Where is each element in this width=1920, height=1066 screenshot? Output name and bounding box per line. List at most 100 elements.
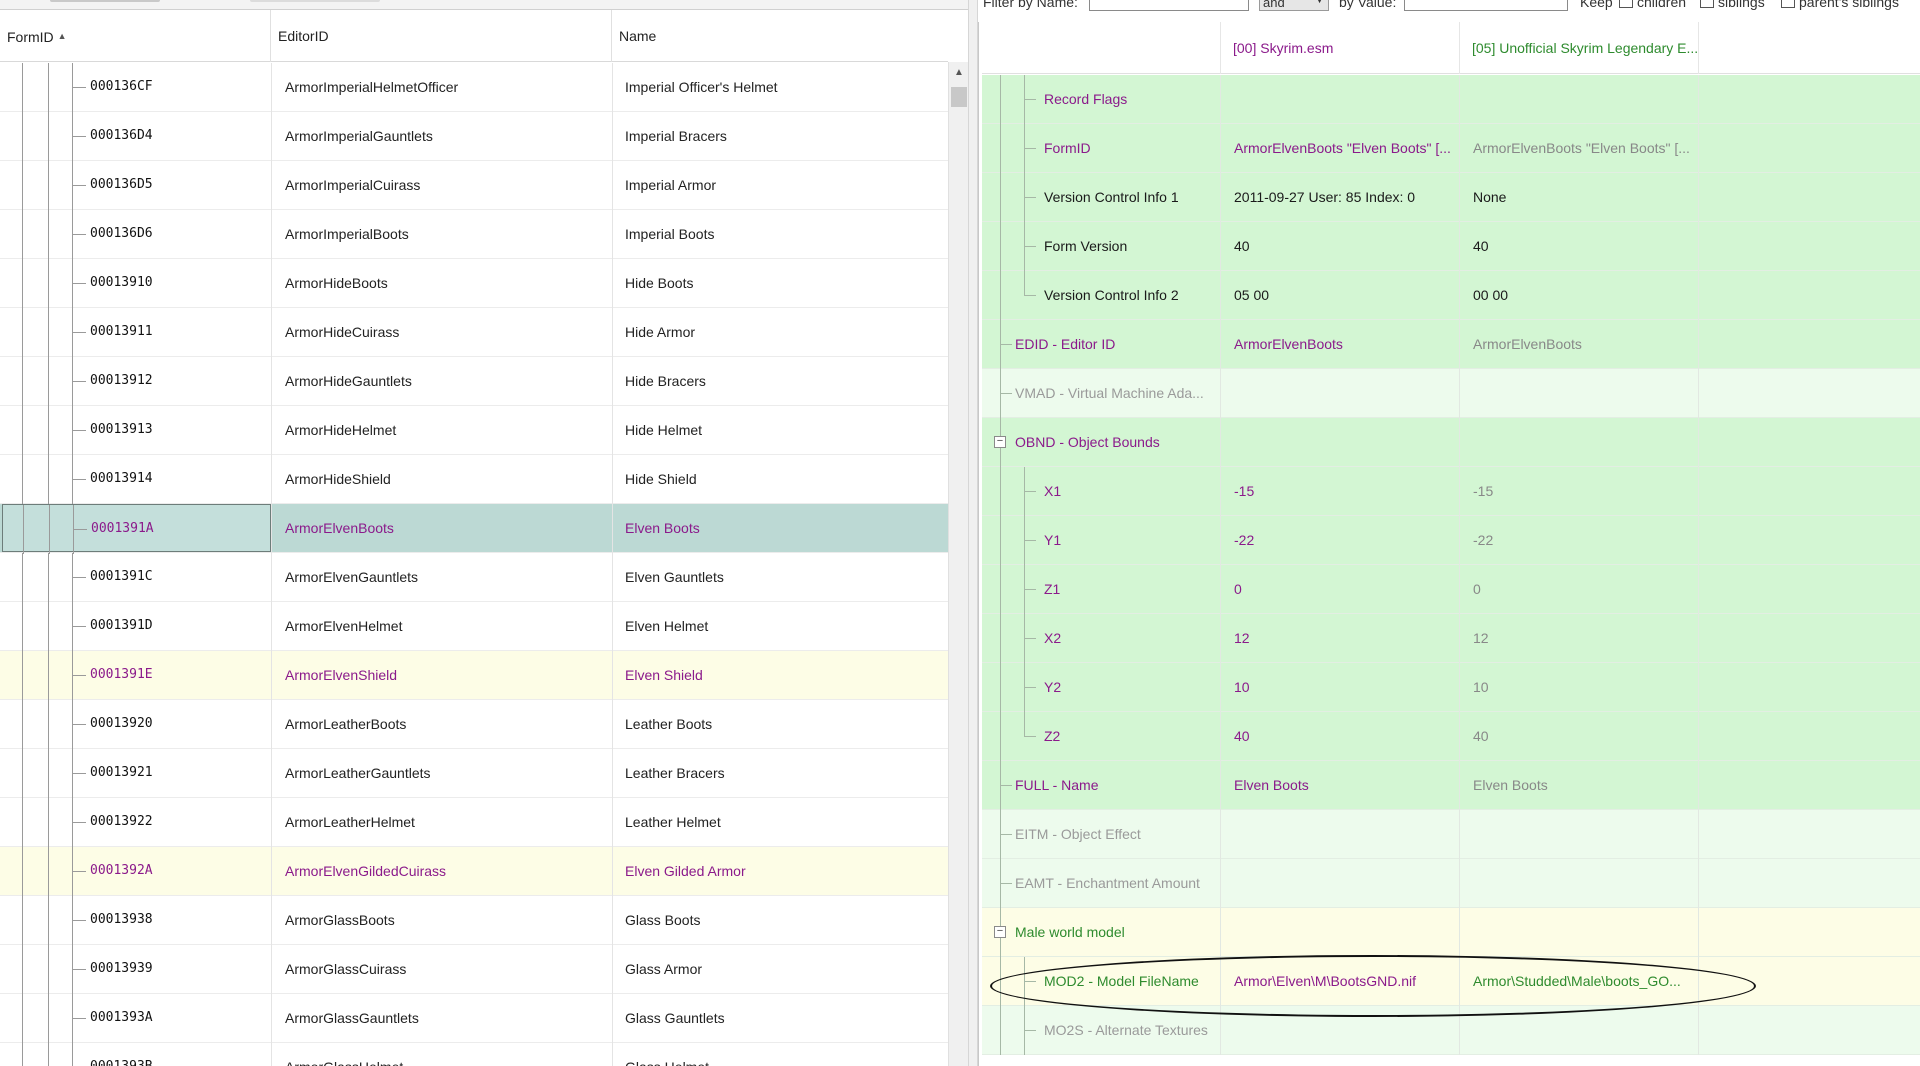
collapse-minus-icon[interactable]: − [994, 436, 1006, 448]
table-row[interactable]: 000136D5 ArmorImperialCuirass Imperial Arm… [0, 161, 948, 210]
value-cell-master[interactable]: Elven Boots [1220, 761, 1459, 810]
table-row-selected[interactable]: 0001391A ArmorElvenBoots Elven Boots [0, 504, 948, 554]
field-row[interactable]: Version Control Info 1 2011-09-27 User: 8… [982, 173, 1920, 222]
table-row[interactable]: 00013913 ArmorHideHelmet Hide Helmet [0, 406, 948, 455]
value-cell-override[interactable]: ArmorElvenBoots [1459, 320, 1698, 369]
table-row[interactable]: 000136CF ArmorImperialHelmetOfficer Imperi… [0, 63, 948, 112]
value-cell-master[interactable]: Armor\Elven\M\BootsGND.nif [1220, 957, 1459, 1006]
value-cell-override[interactable]: 12 [1459, 614, 1698, 663]
value-cell-override[interactable]: 10 [1459, 663, 1698, 712]
field-row-group[interactable]: − OBND - Object Bounds [982, 418, 1920, 467]
collapse-minus-icon[interactable]: − [994, 926, 1006, 938]
value-cell-override[interactable] [1459, 418, 1698, 467]
value-cell-master[interactable]: 2011-09-27 User: 85 Index: 0 [1220, 173, 1459, 222]
table-row[interactable]: 00013920 ArmorLeatherBoots Leather Boots [0, 700, 948, 749]
value-cell-master[interactable]: 0 [1220, 565, 1459, 614]
pane-splitter[interactable] [968, 0, 978, 1066]
value-cell-master[interactable]: 40 [1220, 222, 1459, 271]
value-cell-override[interactable] [1459, 859, 1698, 908]
field-row[interactable]: EDID - Editor ID ArmorElvenBoots ArmorElve… [982, 320, 1920, 369]
keep-children-checkbox[interactable] [1619, 0, 1633, 8]
table-row[interactable]: 00013912 ArmorHideGauntlets Hide Bracers [0, 357, 948, 406]
value-cell-master[interactable] [1220, 810, 1459, 859]
filter-operator-select[interactable]: and ▼ [1259, 0, 1329, 11]
scrollbar-thumb[interactable] [951, 87, 967, 107]
table-row[interactable]: 00013911 ArmorHideCuirass Hide Armor [0, 308, 948, 357]
column-header-skyrim-esm[interactable]: [00] Skyrim.esm [1220, 22, 1459, 74]
table-row[interactable]: 000136D6 ArmorImperialBoots Imperial Boots [0, 210, 948, 259]
field-row[interactable]: Z2 40 40 [982, 712, 1920, 761]
table-row[interactable]: 00013938 ArmorGlassBoots Glass Boots [0, 896, 948, 945]
field-row-group[interactable]: − Male world model [982, 908, 1920, 957]
value-cell-override[interactable] [1459, 75, 1698, 124]
field-row[interactable]: VMAD - Virtual Machine Ada... [982, 369, 1920, 418]
value-cell-master[interactable] [1220, 418, 1459, 467]
table-row[interactable]: 0001391D ArmorElvenHelmet Elven Helmet [0, 602, 948, 651]
table-row[interactable]: 0001393A ArmorGlassGauntlets Glass Gauntle… [0, 994, 948, 1043]
field-row[interactable]: EAMT - Enchantment Amount [982, 859, 1920, 908]
value-cell-master[interactable] [1220, 369, 1459, 418]
scroll-tab[interactable] [250, 0, 380, 2]
value-cell-master[interactable]: -22 [1220, 516, 1459, 565]
value-cell-master[interactable]: 12 [1220, 614, 1459, 663]
value-cell-master[interactable]: -15 [1220, 467, 1459, 516]
value-cell-master[interactable]: 40 [1220, 712, 1459, 761]
value-cell-override[interactable]: ArmorElvenBoots "Elven Boots" [... [1459, 124, 1698, 173]
column-header-formid[interactable]: FormID ▲ [0, 10, 271, 62]
value-cell-override[interactable]: 40 [1459, 712, 1698, 761]
table-row[interactable]: 00013910 ArmorHideBoots Hide Boots [0, 259, 948, 308]
table-row[interactable]: 000136D4 ArmorImperialGauntlets Imperial B… [0, 112, 948, 161]
value-cell-master[interactable]: ArmorElvenBoots "Elven Boots" [... [1220, 124, 1459, 173]
value-cell-override[interactable]: 00 00 [1459, 271, 1698, 320]
field-row[interactable]: X1 -15 -15 [982, 467, 1920, 516]
value-cell-override[interactable]: Armor\Studded\Male\boots_GO... [1459, 957, 1698, 1006]
value-cell-master[interactable]: 10 [1220, 663, 1459, 712]
value-cell-override[interactable] [1459, 369, 1698, 418]
column-header-name[interactable]: Name [612, 10, 948, 62]
field-row[interactable]: Y1 -22 -22 [982, 516, 1920, 565]
value-cell-override[interactable]: None [1459, 173, 1698, 222]
field-row[interactable]: X2 12 12 [982, 614, 1920, 663]
field-row[interactable]: EITM - Object Effect [982, 810, 1920, 859]
table-row[interactable]: 0001392A ArmorElvenGildedCuirass Elven Gil… [0, 847, 948, 896]
value-cell-override[interactable]: -22 [1459, 516, 1698, 565]
keep-parents-siblings-checkbox[interactable] [1781, 0, 1795, 8]
value-cell-override[interactable] [1459, 908, 1698, 957]
field-row[interactable]: MOD2 - Model FileName Armor\Elven\M\Boots… [982, 957, 1920, 1006]
filter-name-input[interactable] [1089, 0, 1249, 11]
value-cell-override[interactable] [1459, 1006, 1698, 1055]
column-header-element[interactable] [982, 22, 1220, 74]
value-cell-override[interactable]: 0 [1459, 565, 1698, 614]
value-cell-master[interactable] [1220, 1006, 1459, 1055]
record-list-scrollbar[interactable]: ▲ [948, 62, 968, 1066]
field-row[interactable]: Version Control Info 2 05 00 00 00 [982, 271, 1920, 320]
scroll-tab[interactable] [50, 0, 160, 2]
field-row[interactable]: FULL - Name Elven Boots Elven Boots [982, 761, 1920, 810]
value-cell-override[interactable]: -15 [1459, 467, 1698, 516]
table-row[interactable]: 00013914 ArmorHideShield Hide Shield [0, 455, 948, 504]
field-row[interactable]: MO2S - Alternate Textures [982, 1006, 1920, 1055]
value-cell-master[interactable]: 05 00 [1220, 271, 1459, 320]
field-row[interactable]: Z1 0 0 [982, 565, 1920, 614]
table-row[interactable]: 0001391E ArmorElvenShield Elven Shield [0, 651, 948, 700]
filter-value-input[interactable] [1404, 0, 1568, 11]
scroll-up-arrow-icon[interactable]: ▲ [949, 62, 968, 84]
column-header-unofficial-patch[interactable]: [05] Unofficial Skyrim Legendary E... [1459, 22, 1698, 74]
table-row[interactable]: 0001393B ArmorGlassHelmet Glass Helmet [0, 1043, 948, 1066]
value-cell-master[interactable] [1220, 908, 1459, 957]
value-cell-override[interactable] [1459, 810, 1698, 859]
value-cell-master[interactable]: ArmorElvenBoots [1220, 320, 1459, 369]
column-header-editorid[interactable]: EditorID [271, 10, 612, 62]
keep-siblings-checkbox[interactable] [1700, 0, 1714, 8]
field-row[interactable]: FormID ArmorElvenBoots "Elven Boots" [...… [982, 124, 1920, 173]
table-row[interactable]: 0001391C ArmorElvenGauntlets Elven Gauntle… [0, 553, 948, 602]
value-cell-override[interactable]: Elven Boots [1459, 761, 1698, 810]
value-cell-master[interactable] [1220, 75, 1459, 124]
field-row[interactable]: Record Flags [982, 75, 1920, 124]
table-row[interactable]: 00013939 ArmorGlassCuirass Glass Armor [0, 945, 948, 994]
value-cell-master[interactable] [1220, 859, 1459, 908]
table-row[interactable]: 00013921 ArmorLeatherGauntlets Leather Bra… [0, 749, 948, 798]
table-row[interactable]: 00013922 ArmorLeatherHelmet Leather Helmet [0, 798, 948, 847]
value-cell-override[interactable]: 40 [1459, 222, 1698, 271]
field-row[interactable]: Y2 10 10 [982, 663, 1920, 712]
